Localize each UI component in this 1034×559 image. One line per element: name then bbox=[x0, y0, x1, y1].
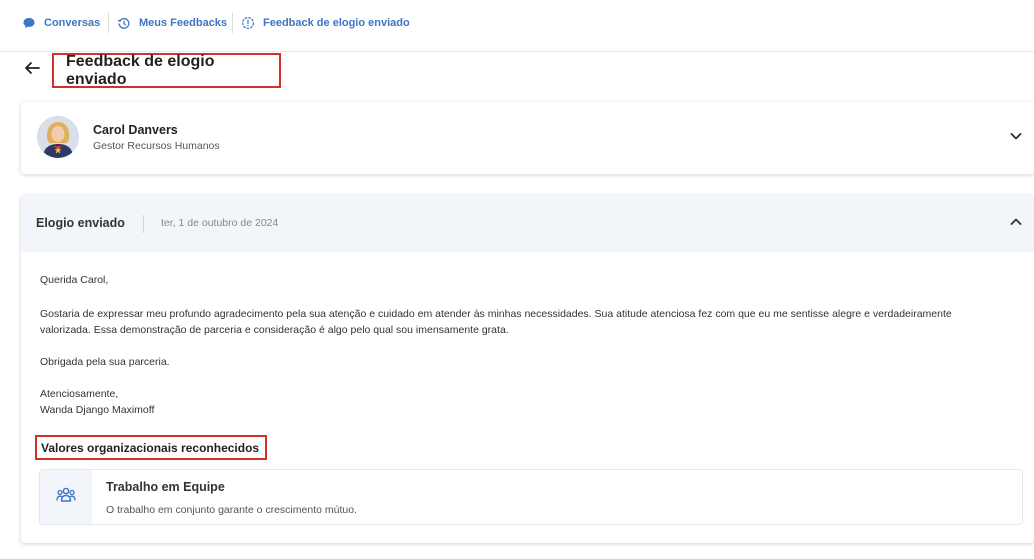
recipient-card: Carol Danvers Gestor Recursos Humanos bbox=[21, 102, 1034, 174]
value-icon-container bbox=[40, 470, 92, 524]
feedback-message: Querida Carol, Gostaria de expressar meu… bbox=[40, 272, 1025, 418]
breadcrumb-divider bbox=[108, 13, 109, 33]
feedback-card: Elogio enviado ter, 1 de outubro de 2024… bbox=[21, 195, 1034, 543]
message-paragraph-line: Gostaria de expressar meu profundo agrad… bbox=[40, 308, 952, 320]
feedback-type-label: Elogio enviado bbox=[36, 216, 125, 230]
back-button[interactable] bbox=[22, 60, 42, 80]
chevron-up-icon bbox=[1009, 215, 1023, 234]
value-name: Trabalho em Equipe bbox=[106, 480, 225, 494]
feedback-card-header[interactable]: Elogio enviado ter, 1 de outubro de 2024 bbox=[21, 195, 1034, 252]
recipient-role: Gestor Recursos Humanos bbox=[93, 140, 220, 152]
message-paragraph: Obrigada pela sua parceria. bbox=[40, 356, 170, 368]
breadcrumb-item-meus-feedbacks[interactable]: Meus Feedbacks bbox=[117, 14, 227, 32]
values-section-title: Valores organizacionais reconhecidos bbox=[35, 435, 267, 460]
avatar bbox=[37, 116, 79, 158]
expand-button[interactable] bbox=[1008, 130, 1024, 146]
arrow-left-icon bbox=[23, 59, 41, 82]
collapse-button[interactable] bbox=[1008, 216, 1024, 232]
breadcrumb-label: Conversas bbox=[44, 17, 101, 29]
breadcrumb-item-feedback-elogio[interactable]: Feedback de elogio enviado bbox=[241, 14, 410, 32]
value-description: O trabalho em conjunto garante o crescim… bbox=[106, 504, 357, 516]
value-item: Trabalho em Equipe O trabalho em conjunt… bbox=[39, 469, 1023, 525]
message-greeting: Querida Carol, bbox=[40, 274, 109, 286]
breadcrumb-item-conversas[interactable]: Conversas bbox=[22, 14, 100, 32]
page-title: Feedback de elogio enviado bbox=[52, 53, 281, 88]
header-divider bbox=[143, 215, 144, 233]
history-icon bbox=[117, 16, 131, 30]
breadcrumb-label: Feedback de elogio enviado bbox=[263, 17, 410, 29]
recipient-name: Carol Danvers bbox=[93, 123, 178, 137]
breadcrumb-divider bbox=[232, 13, 233, 33]
alert-badge-icon bbox=[241, 16, 255, 30]
top-navigation-bar: Conversas Meus Feedbacks Feedback de elo… bbox=[0, 0, 1034, 52]
feedback-date: ter, 1 de outubro de 2024 bbox=[161, 217, 279, 229]
chevron-down-icon bbox=[1009, 129, 1023, 148]
message-signature: Wanda Django Maximoff bbox=[40, 404, 155, 416]
breadcrumb-label: Meus Feedbacks bbox=[139, 17, 228, 29]
chat-bubble-icon bbox=[22, 16, 36, 30]
team-icon bbox=[56, 486, 76, 509]
message-paragraph-line: valorizada. Essa demonstração de parceri… bbox=[40, 324, 509, 336]
message-closing: Atenciosamente, bbox=[40, 388, 119, 400]
